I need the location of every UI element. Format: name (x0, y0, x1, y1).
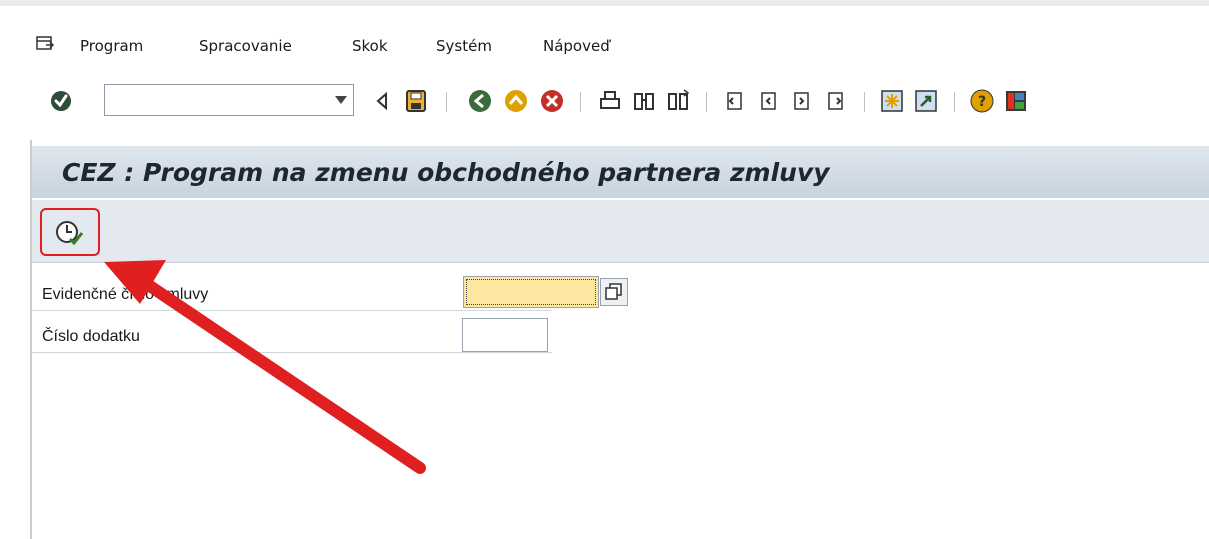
value-help-button[interactable] (600, 278, 628, 306)
previous-page-icon[interactable] (756, 89, 780, 113)
screen-title-bar: CEZ : Program na zmenu obchodného partne… (32, 146, 1209, 198)
svg-text:?: ? (978, 94, 986, 110)
enter-check-icon[interactable] (50, 90, 72, 112)
menu-skok[interactable]: Skok (352, 37, 388, 55)
contract-number-label: Evidenčné číslo zmluvy (42, 286, 209, 303)
window-top-border (0, 0, 1209, 6)
menu-napoved[interactable]: Nápoveď (543, 37, 610, 55)
find-icon[interactable] (632, 89, 656, 113)
toolbar-separator (580, 92, 581, 112)
amendment-number-label: Číslo dodatku (42, 328, 140, 345)
first-page-icon[interactable] (722, 89, 746, 113)
application-toolbar (32, 200, 1209, 263)
back-icon[interactable] (468, 89, 492, 113)
contract-number-input[interactable] (463, 276, 599, 308)
menu-system[interactable]: Systém (436, 37, 492, 55)
command-input[interactable] (111, 85, 325, 115)
amendment-number-input[interactable] (462, 318, 548, 352)
cancel-icon[interactable] (540, 89, 564, 113)
toolbar-separator (954, 92, 955, 112)
execute-button[interactable] (40, 208, 100, 256)
exit-icon[interactable] (504, 89, 528, 113)
save-icon[interactable] (404, 89, 428, 113)
find-next-icon[interactable] (666, 89, 690, 113)
standard-toolbar: ? (0, 80, 1209, 124)
toolbar-separator (446, 92, 447, 112)
next-page-icon[interactable] (790, 89, 814, 113)
new-session-icon[interactable] (880, 89, 904, 113)
menu-program[interactable]: Program (80, 37, 143, 55)
system-menu-icon[interactable] (36, 36, 55, 52)
toolbar-separator (864, 92, 865, 112)
toolbar-separator (706, 92, 707, 112)
last-page-icon[interactable] (824, 89, 848, 113)
help-icon[interactable]: ? (970, 89, 994, 113)
back-triangle-icon[interactable] (370, 89, 394, 113)
command-field[interactable] (104, 84, 354, 116)
layout-menu-icon[interactable] (1004, 89, 1028, 113)
menu-bar: Program Spracovanie Skok Systém Nápoveď (0, 30, 1209, 64)
execute-clock-icon (56, 221, 84, 246)
copy-icon (605, 283, 622, 300)
print-icon[interactable] (598, 89, 622, 113)
menu-spracovanie[interactable]: Spracovanie (199, 37, 292, 55)
chevron-down-icon[interactable] (335, 96, 347, 104)
page-title: CEZ : Program na zmenu obchodného partne… (62, 158, 830, 187)
shortcut-icon[interactable] (914, 89, 938, 113)
